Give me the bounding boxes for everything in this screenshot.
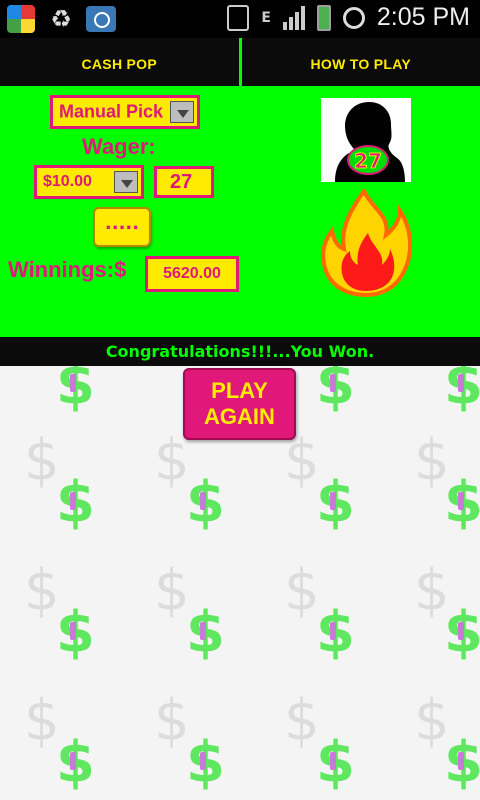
network-type-icon: E [261, 9, 271, 26]
winnings-value: 5620.00 [145, 256, 239, 292]
alarm-icon [342, 6, 365, 29]
dollar-icon: $ [24, 428, 60, 493]
dollar-icon: $ [154, 688, 190, 753]
picked-number-field[interactable]: 27 [154, 166, 214, 198]
tab-how-to-play[interactable]: HOW TO PLAY [242, 38, 480, 89]
dollar-icon: $ [444, 600, 480, 665]
sync-icon: ♻ [50, 5, 72, 33]
fire-icon [321, 189, 412, 297]
dollar-icon: $ [316, 600, 355, 665]
dollar-icon: $ [444, 470, 480, 535]
chevron-down-icon [114, 171, 138, 193]
dollar-icon: $ [284, 558, 320, 623]
dollar-icon: $ [186, 730, 225, 795]
signal-icon [282, 5, 305, 30]
wager-amount-select[interactable]: $10.00 [34, 165, 144, 199]
tab-cash-pop[interactable]: CASH POP [0, 38, 239, 89]
chevron-down-icon [170, 101, 194, 123]
dollar-icon: $ [444, 366, 480, 417]
dollar-icon: $ [316, 470, 355, 535]
game-panel: Manual Pick Wager: $10.00 27 ..... Winni… [0, 89, 480, 337]
silhouette-icon: 27 [321, 98, 411, 182]
drawn-number: 27 [354, 149, 382, 173]
camera-icon [86, 4, 116, 34]
app-notification-icon [6, 4, 36, 34]
dollar-icon: $ [56, 600, 95, 665]
dollar-icon: $ [316, 366, 355, 417]
pick-mode-select[interactable]: Manual Pick [50, 95, 200, 129]
dollar-icon: $ [186, 470, 225, 535]
system-icons: E 2:05 PM [227, 3, 470, 32]
number-picker-button[interactable]: ..... [93, 207, 151, 247]
vibrate-icon [227, 4, 250, 31]
wager-amount-value: $10.00 [43, 173, 92, 190]
dollar-icon: $ [316, 730, 355, 795]
play-again-button[interactable]: PLAY AGAIN [183, 368, 296, 440]
dollar-icon: $ [56, 730, 95, 795]
dollar-icon: $ [154, 558, 190, 623]
status-bar: ♻ E 2:05 PM [0, 0, 480, 38]
battery-icon [316, 4, 331, 31]
tab-bar: CASH POP HOW TO PLAY [0, 38, 480, 89]
status-clock: 2:05 PM [376, 3, 470, 31]
winnings-label: Winnings:$ [8, 257, 127, 282]
pick-mode-value: Manual Pick [59, 101, 164, 122]
notification-icons: ♻ [6, 4, 116, 34]
result-message: Congratulations!!!...You Won. [0, 337, 480, 366]
dollar-icon: $ [56, 470, 95, 535]
dollar-icon: $ [24, 558, 60, 623]
dollar-icon: $ [284, 688, 320, 753]
dollar-icon: $ [186, 600, 225, 665]
drawn-number-portrait: 27 [321, 98, 411, 182]
dollar-icon: $ [24, 688, 60, 753]
wager-label: Wager: [82, 134, 156, 159]
dollar-icon: $ [444, 730, 480, 795]
dollar-icon: $ [56, 366, 95, 417]
